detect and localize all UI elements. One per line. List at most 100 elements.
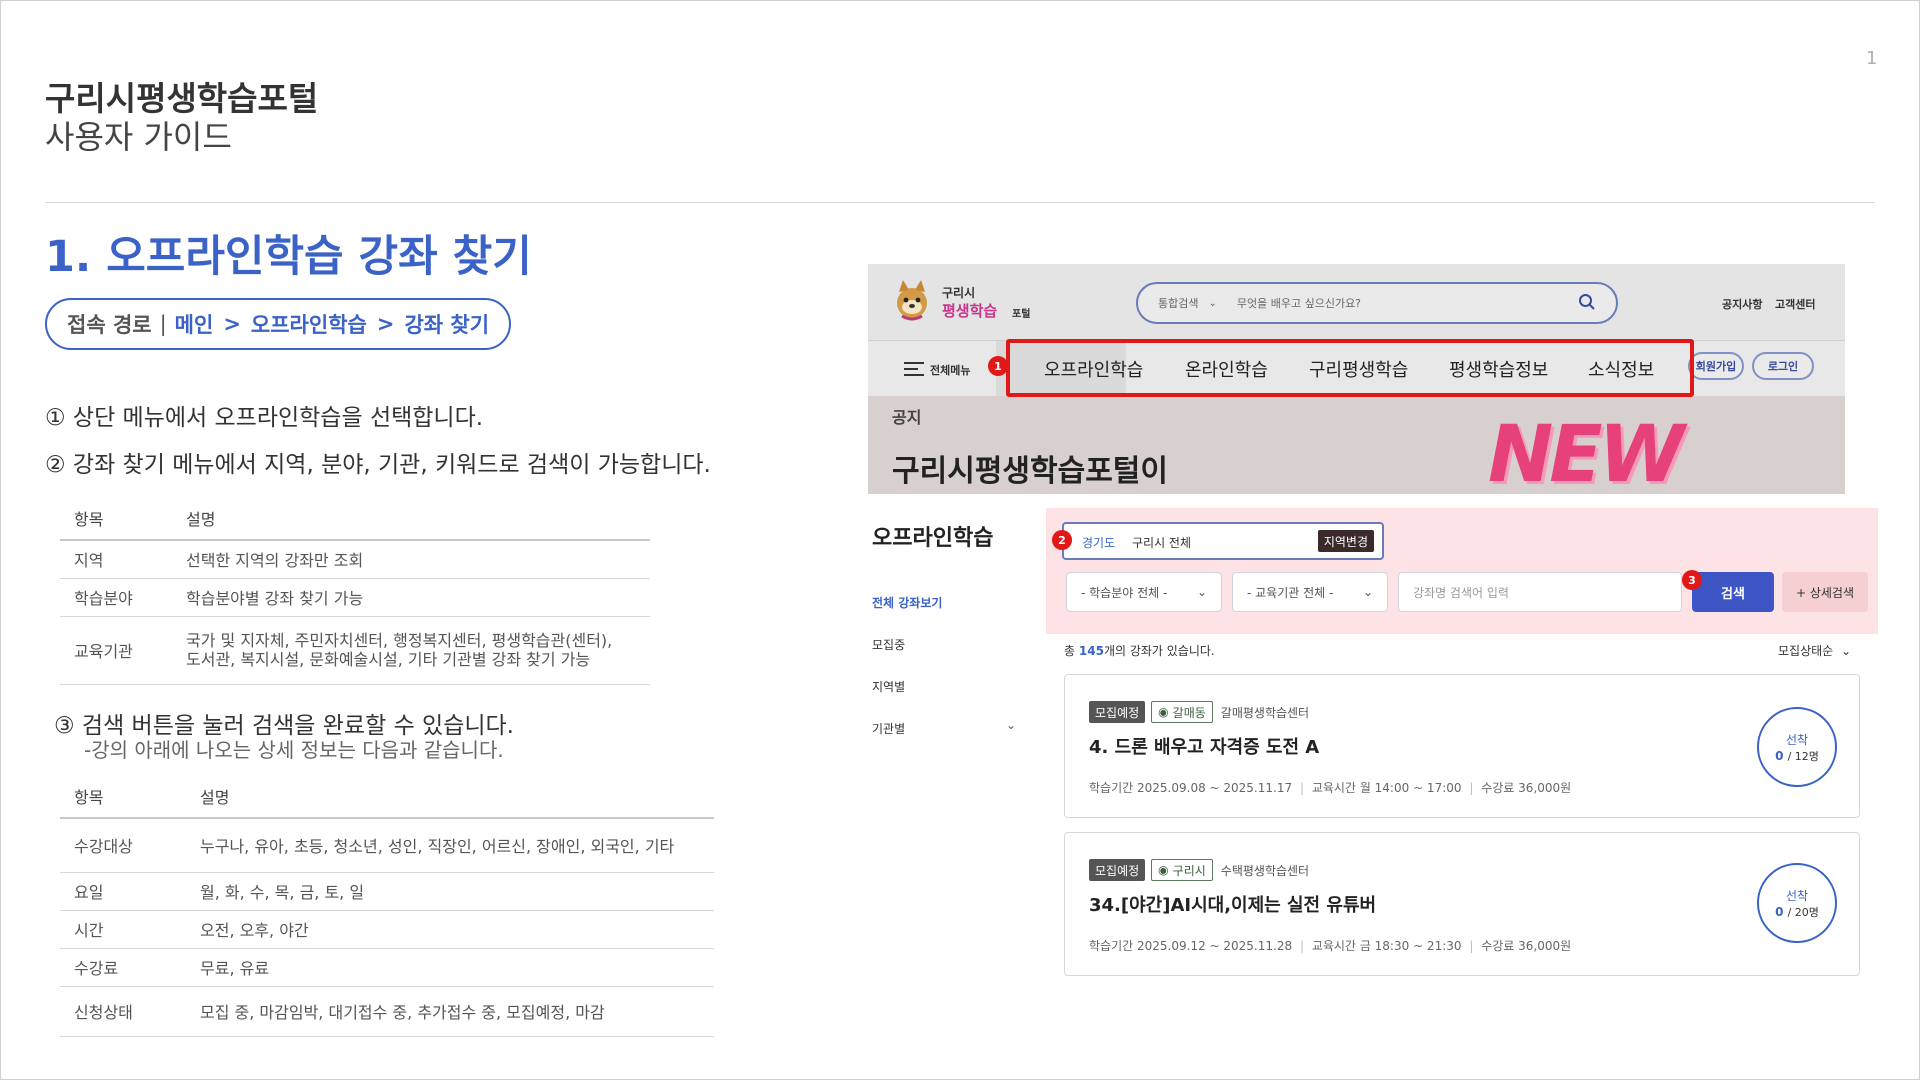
location-name: 구리시 <box>1172 863 1206 878</box>
table-row: 지역 선택한 지역의 강좌만 조회 <box>60 540 650 579</box>
site-screenshot-header: 구리시 평생학습 포털 통합검색 ⌄ 무엇을 배우고 싶으신가요? 공지사항 고… <box>868 264 1845 494</box>
hero-banner: 공지 구리시평생학습포털이 NEW <box>868 396 1845 494</box>
step-2-text: ② 강좌 찾기 메뉴에서 지역, 분야, 기관, 키워드로 검색이 가능합니다. <box>45 452 711 478</box>
search-icon[interactable] <box>1578 293 1596 314</box>
breadcrumb-arrow: > <box>223 312 241 336</box>
access-path: 접속 경로 | 메인 > 오프라인학습 > 강좌 찾기 <box>45 298 512 350</box>
section-title: 1. 오프라인학습 강좌 찾기 <box>45 232 532 282</box>
login-button[interactable]: 로그인 <box>1752 352 1814 380</box>
course-title[interactable]: 34.[야간]AI시대,이제는 실전 유튜버 <box>1089 891 1376 917</box>
sidebar-item-region[interactable]: 지역별 <box>872 678 905 695</box>
table-row: 시간 오전, 오후, 야간 <box>60 910 714 949</box>
access-path-separator: | <box>159 312 167 336</box>
guide-subtitle: 사용자 가이드 <box>45 118 232 156</box>
breadcrumb-offline: 오프라인학습 <box>250 313 367 337</box>
hero-new-art: NEW <box>1488 410 1685 494</box>
course-org: 갈매평생학습센터 <box>1220 705 1310 720</box>
all-menu-label[interactable]: 전체메뉴 <box>930 362 970 378</box>
sidebar-item-all[interactable]: 전체 강좌보기 <box>872 594 942 611</box>
field-select-value: - 학습분야 전체 - <box>1081 585 1168 600</box>
table-row: 수강료 무료, 유료 <box>60 948 714 987</box>
customer-center-link[interactable]: 고객센터 <box>1775 296 1815 312</box>
period-label: 학습기간 <box>1089 781 1134 795</box>
course-fee: 36,000원 <box>1518 939 1572 953</box>
location-badge: ◉ 갈매동 <box>1151 701 1213 723</box>
search-filter-area: 경기도 구리시 전체 지역변경 - 학습분야 전체 - ⌄ - 교육기관 전체 … <box>1046 508 1878 634</box>
table-cell: 시간 <box>60 910 186 949</box>
hero-title: 구리시평생학습포털이 <box>892 454 1168 489</box>
table-cell: 모집 중, 마감임박, 대기접수 중, 추가접수 중, 모집예정, 마감 <box>186 986 714 1037</box>
course-card[interactable]: 모집예정 ◉ 갈매동 갈매평생학습센터 4. 드론 배우고 자격증 도전 A 학습… <box>1064 674 1860 818</box>
course-time: 월 14:00 ~ 17:00 <box>1359 781 1462 795</box>
time-label: 교육시간 <box>1311 939 1356 953</box>
status-badge: 모집예정 <box>1089 701 1146 723</box>
table-cell: 수강대상 <box>60 818 186 873</box>
logo-text-bottom: 평생학습 <box>942 302 998 320</box>
sort-select[interactable]: 모집상태순 ⌄ <box>1778 642 1851 659</box>
access-path-label: 접속 경로 <box>67 313 152 337</box>
chevron-down-icon[interactable]: ⌄ <box>1006 718 1016 732</box>
chevron-down-icon: ⌄ <box>1841 644 1852 658</box>
chevron-down-icon: ⌄ <box>1196 585 1207 599</box>
detail-search-button[interactable]: + 상세검색 <box>1782 572 1868 612</box>
table-search-filters: 항목 설명 지역 선택한 지역의 강좌만 조회 학습분야 학습분야별 강좌 찾기… <box>60 496 650 685</box>
signup-button[interactable]: 회원가입 <box>1688 352 1744 380</box>
fee-label: 수강료 <box>1481 781 1515 795</box>
sidebar-item-recruiting[interactable]: 모집중 <box>872 636 905 653</box>
course-time: 금 18:30 ~ 21:30 <box>1359 939 1462 953</box>
sidebar-item-org[interactable]: 기관별 <box>872 720 905 737</box>
result-prefix: 총 <box>1064 644 1076 658</box>
status-badge: 모집예정 <box>1089 859 1146 881</box>
sidebar-title: 오프라인학습 <box>872 526 994 551</box>
course-title[interactable]: 4. 드론 배우고 자격증 도전 A <box>1089 733 1319 759</box>
enrolled-count: 0 <box>1775 904 1784 919</box>
region-city: 구리시 전체 <box>1132 536 1192 550</box>
chevron-down-icon: ⌄ <box>1208 297 1217 309</box>
hamburger-icon[interactable] <box>904 361 924 381</box>
highlight-box-nav <box>1006 339 1694 397</box>
course-card[interactable]: 모집예정 ◉ 구리시 수택평생학습센터 34.[야간]AI시대,이제는 실전 유튜… <box>1064 832 1860 976</box>
course-meta: 학습기간 2025.09.12 ~ 2025.11.28 | 교육시간 금 18… <box>1089 939 1572 953</box>
region-selector[interactable]: 경기도 구리시 전체 지역변경 <box>1062 522 1384 560</box>
course-period: 2025.09.12 ~ 2025.11.28 <box>1137 939 1293 953</box>
chevron-down-icon: ⌄ <box>1362 585 1373 599</box>
table-cell: 무료, 유료 <box>186 948 714 987</box>
table-cell: 누구나, 유아, 초등, 청소년, 성인, 직장인, 어르신, 장애인, 외국인… <box>186 818 714 873</box>
location-badge: ◉ 구리시 <box>1151 859 1213 881</box>
notice-link[interactable]: 공지사항 <box>1722 296 1762 312</box>
table-cell: 교육기관 <box>60 616 172 685</box>
result-suffix: 개의 강좌가 있습니다. <box>1103 644 1215 658</box>
search-category-select[interactable]: 통합검색 <box>1158 295 1198 311</box>
result-count-text: 총 145개의 강좌가 있습니다. <box>1064 642 1215 659</box>
step-badge-3: 3 <box>1682 570 1702 590</box>
step-3-subtext: -강의 아래에 나오는 상세 정보는 다음과 같습니다. <box>84 738 504 762</box>
course-tags: 모집예정 ◉ 구리시 수택평생학습센터 <box>1089 859 1309 881</box>
table-row: 수강대상 누구나, 유아, 초등, 청소년, 성인, 직장인, 어르신, 장애인… <box>60 818 714 873</box>
breadcrumb-main: 메인 <box>174 313 214 337</box>
enroll-method: 선착 <box>1785 732 1809 747</box>
fee-label: 수강료 <box>1481 939 1515 953</box>
table-course-details: 항목 설명 수강대상 누구나, 유아, 초등, 청소년, 성인, 직장인, 어르… <box>60 774 714 1037</box>
step-badge-1: 1 <box>988 356 1008 376</box>
table-cell: 신청상태 <box>60 986 186 1037</box>
field-select[interactable]: - 학습분야 전체 - ⌄ <box>1066 572 1222 612</box>
course-tags: 모집예정 ◉ 갈매동 갈매평생학습센터 <box>1089 701 1309 723</box>
global-search-bar[interactable]: 통합검색 ⌄ 무엇을 배우고 싶으신가요? <box>1136 282 1618 324</box>
course-period: 2025.09.08 ~ 2025.11.17 <box>1137 781 1293 795</box>
table-row: 신청상태 모집 중, 마감임박, 대기접수 중, 추가접수 중, 모집예정, 마… <box>60 986 714 1037</box>
course-org: 수택평생학습센터 <box>1220 863 1310 878</box>
enrollment-circle: 선착 0 / 12명 <box>1757 707 1837 787</box>
location-name: 갈매동 <box>1172 705 1206 720</box>
step-1-text: ① 상단 메뉴에서 오프라인학습을 선택합니다. <box>45 405 484 431</box>
keyword-input[interactable]: 강좌명 검색어 입력 <box>1398 572 1682 612</box>
search-input[interactable]: 무엇을 배우고 싶으신가요? <box>1237 295 1578 311</box>
region-change-button[interactable]: 지역변경 <box>1317 530 1374 552</box>
table-header: 설명 <box>172 496 650 541</box>
course-meta: 학습기간 2025.09.08 ~ 2025.11.17 | 교육시간 월 14… <box>1089 781 1572 795</box>
divider <box>45 202 1875 203</box>
table-row: 요일 월, 화, 수, 목, 금, 토, 일 <box>60 872 714 911</box>
table-cell: 지역 <box>60 540 172 579</box>
search-button[interactable]: 검색 <box>1692 572 1774 612</box>
org-select[interactable]: - 교육기관 전체 - ⌄ <box>1232 572 1388 612</box>
org-select-value: - 교육기관 전체 - <box>1247 585 1334 600</box>
